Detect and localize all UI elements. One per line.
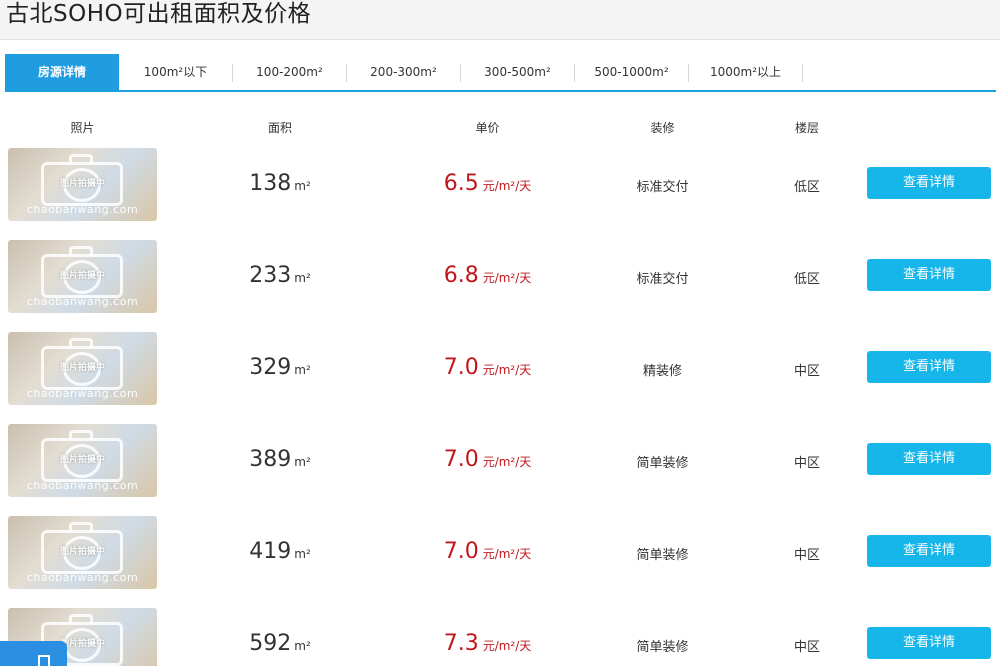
- column-header-photo: 照片: [70, 121, 95, 135]
- price-unit: 元/m²/天: [482, 179, 532, 193]
- floor-cell: 低区: [793, 180, 820, 195]
- price-value: 6.8: [443, 263, 479, 288]
- decoration-cell: 简单装修: [636, 456, 689, 471]
- price-value: 7.0: [443, 447, 479, 472]
- listing-photo[interactable]: 图片拍摄中 chaobanwang.com: [8, 424, 157, 497]
- table-row: 图片拍摄中 chaobanwang.com 389 m² 7.0 元/m²/天 简单…: [0, 422, 1000, 514]
- price-value: 6.5: [443, 171, 479, 196]
- listing-photo[interactable]: 图片拍摄中 chaobanwang.com: [8, 516, 157, 589]
- tab-500-1000[interactable]: 500-1000m²: [575, 54, 688, 90]
- area-unit: m²: [294, 455, 311, 469]
- price-unit: 元/m²/天: [482, 547, 532, 561]
- area-value: 389: [249, 447, 292, 472]
- table-row: 图片拍摄中 chaobanwang.com 138 m² 6.5 元/m²/天 标准…: [0, 146, 1000, 238]
- tab-bar: 房源详情 100m²以下 100-200m² 200-300m² 300-500…: [5, 54, 996, 92]
- tab-divider: [802, 64, 803, 82]
- area-cell: 419 m²: [205, 539, 355, 564]
- price-cell: 7.0 元/m²/天: [405, 355, 570, 380]
- table-row: 图片拍摄中 chaobanwang.com 419 m² 7.0 元/m²/天 简单…: [0, 514, 1000, 606]
- tab-200-300[interactable]: 200-300m²: [347, 54, 460, 90]
- area-unit: m²: [294, 363, 311, 377]
- floor-cell: 低区: [793, 272, 820, 287]
- column-header-price: 单价: [475, 121, 500, 135]
- price-value: 7.0: [443, 539, 479, 564]
- view-details-button[interactable]: 查看详情: [867, 627, 991, 659]
- table-row: 图片拍摄中 chaobanwang.com 592m² 7.3元/m²/天 简单…: [0, 606, 1000, 666]
- area-unit: m²: [294, 547, 311, 561]
- floating-widget[interactable]: [0, 641, 67, 666]
- table-row: 图片拍摄中 chaobanwang.com 233 m² 6.8 元/m²/天 标准…: [0, 238, 1000, 330]
- photo-watermark: chaobanwang.com: [26, 479, 139, 492]
- tab-listing-details[interactable]: 房源详情: [5, 54, 119, 90]
- area-cell: 389 m²: [205, 447, 355, 472]
- view-details-button[interactable]: 查看详情: [867, 259, 991, 291]
- photo-placeholder-text: 图片拍摄中: [59, 179, 105, 189]
- area-unit: m²: [294, 179, 311, 193]
- view-details-button[interactable]: 查看详情: [867, 351, 991, 383]
- price-value: 7.3: [443, 631, 479, 656]
- area-value: 592: [249, 631, 292, 656]
- price-value: 7.0: [443, 355, 479, 380]
- decoration-cell: 简单装修: [636, 548, 689, 563]
- area-cell: 138 m²: [205, 171, 355, 196]
- decoration-cell: 简单装修: [636, 640, 689, 655]
- price-unit: 元/m²/天: [482, 455, 532, 469]
- tab-100-200[interactable]: 100-200m²: [233, 54, 346, 90]
- listing-photo[interactable]: 图片拍摄中 chaobanwang.com: [8, 240, 157, 313]
- floor-cell: 中区: [793, 456, 820, 471]
- view-details-button[interactable]: 查看详情: [867, 443, 991, 475]
- column-header-floor: 楼层: [794, 121, 819, 135]
- title-bar: 古北SOHO可出租面积及价格: [0, 0, 1000, 40]
- column-header-decoration: 装修: [650, 121, 675, 135]
- listing-photo[interactable]: 图片拍摄中 chaobanwang.com: [8, 332, 157, 405]
- photo-watermark: chaobanwang.com: [26, 387, 139, 400]
- area-value: 138: [249, 171, 292, 196]
- photo-watermark: chaobanwang.com: [26, 571, 139, 584]
- photo-placeholder-text: 图片拍摄中: [59, 363, 105, 373]
- floor-cell: 中区: [793, 640, 820, 655]
- listing-photo[interactable]: 图片拍摄中 chaobanwang.com: [8, 148, 157, 221]
- tab-over-1000[interactable]: 1000m²以上: [689, 54, 802, 90]
- area-value: 419: [249, 539, 292, 564]
- photo-placeholder-text: 图片拍摄中: [59, 271, 105, 281]
- view-details-button[interactable]: 查看详情: [867, 535, 991, 567]
- area-cell: 329 m²: [205, 355, 355, 380]
- photo-placeholder-text: 图片拍摄中: [59, 455, 105, 465]
- table-row: 图片拍摄中 chaobanwang.com 329 m² 7.0 元/m²/天 精装…: [0, 330, 1000, 422]
- window-icon: [38, 655, 50, 666]
- column-header-area: 面积: [267, 121, 292, 135]
- area-unit: m²: [294, 639, 311, 653]
- price-cell: 7.0 元/m²/天: [405, 539, 570, 564]
- price-cell: 6.5 元/m²/天: [405, 171, 570, 196]
- area-value: 233: [249, 263, 292, 288]
- price-cell: 7.0 元/m²/天: [405, 447, 570, 472]
- tab-300-500[interactable]: 300-500m²: [461, 54, 574, 90]
- decoration-cell: 精装修: [642, 364, 682, 379]
- decoration-cell: 标准交付: [636, 272, 689, 287]
- area-value: 329: [249, 355, 292, 380]
- photo-placeholder-text: 图片拍摄中: [59, 547, 105, 557]
- area-unit: m²: [294, 271, 311, 285]
- price-cell: 6.8 元/m²/天: [405, 263, 570, 288]
- area-cell: 233 m²: [205, 263, 355, 288]
- area-cell: 592 m²: [205, 631, 355, 656]
- photo-watermark: chaobanwang.com: [26, 295, 139, 308]
- floor-cell: 中区: [793, 364, 820, 379]
- price-cell: 7.3 元/m²/天: [405, 631, 570, 656]
- floor-cell: 中区: [793, 548, 820, 563]
- tab-under-100[interactable]: 100m²以下: [119, 54, 232, 90]
- price-unit: 元/m²/天: [482, 639, 532, 653]
- decoration-cell: 标准交付: [636, 180, 689, 195]
- price-unit: 元/m²/天: [482, 271, 532, 285]
- view-details-button[interactable]: 查看详情: [867, 167, 991, 199]
- price-unit: 元/m²/天: [482, 363, 532, 377]
- page-title: 古北SOHO可出租面积及价格: [6, 1, 312, 27]
- photo-watermark: chaobanwang.com: [26, 203, 139, 216]
